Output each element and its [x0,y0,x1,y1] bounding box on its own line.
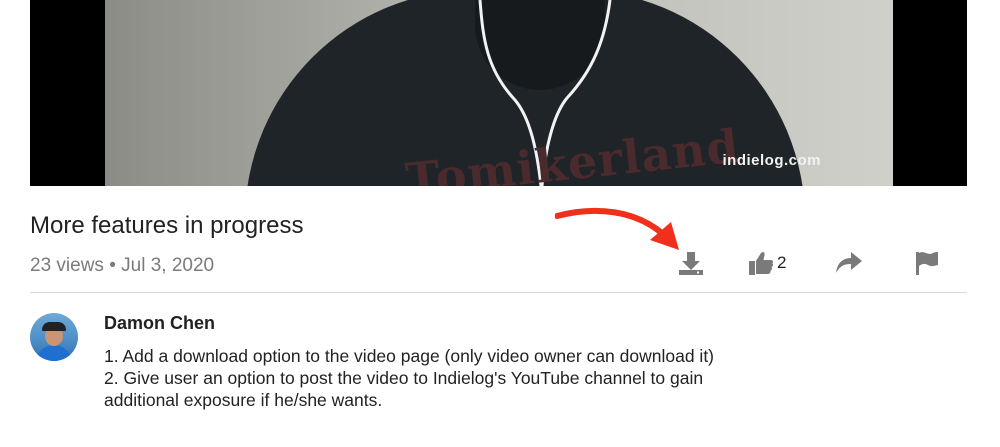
flag-icon [916,252,938,275]
comment-body: 1. Add a download option to the video pa… [104,345,754,411]
divider [30,292,967,293]
avatar[interactable] [30,313,78,361]
video-frame: Tomikerland indielog.com [105,0,893,186]
share-button[interactable] [835,250,863,276]
like-count: 2 [777,253,787,272]
like-button[interactable]: 2 [748,250,786,276]
video-actions: 2 [0,250,1000,280]
thumbs-up-icon [749,251,774,275]
video-player[interactable]: Tomikerland indielog.com [30,0,967,186]
post-title: More features in progress [30,212,304,239]
avatar-cap [42,322,66,331]
annotation-arrow [555,207,679,250]
comment-author[interactable]: Damon Chen [104,313,215,334]
avatar-body [36,345,72,361]
share-icon [836,252,862,273]
video-watermark: indielog.com [722,152,821,169]
comment-line: 2. Give user an option to post the video… [104,368,704,410]
flag-button[interactable] [914,250,940,276]
download-button[interactable] [678,250,704,276]
comment-line: 1. Add a download option to the video pa… [104,346,715,366]
download-icon [679,252,703,275]
